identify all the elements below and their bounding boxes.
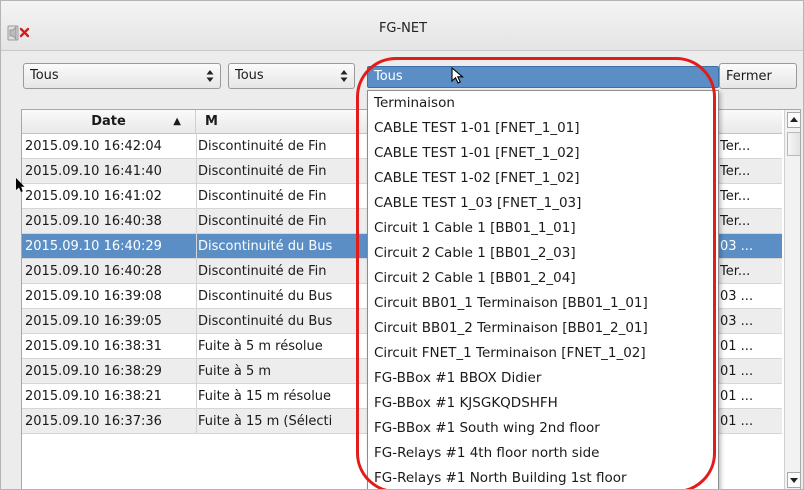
row-date: 2015.09.10 16:38:31 (25, 339, 162, 354)
row-date: 2015.09.10 16:42:04 (25, 139, 162, 154)
close-button[interactable]: Fermer (719, 63, 797, 89)
arrow-up-icon (790, 117, 798, 122)
column-divider (196, 284, 197, 308)
filter-combo-2-value: Tous (235, 68, 264, 83)
row-source: 01 ... (720, 414, 754, 429)
row-date: 2015.09.10 16:40:29 (25, 239, 162, 254)
row-message: Discontinuité du Bus (198, 314, 333, 329)
dropdown-item[interactable]: Circuit 2 Cable 1 [BB01_2_03] (368, 241, 718, 266)
row-date: 2015.09.10 16:40:28 (25, 264, 162, 279)
row-source: Ter... (720, 139, 751, 154)
dropdown-item[interactable]: Circuit 2 Cable 1 [BB01_2_04] (368, 266, 718, 291)
scroll-down-button[interactable] (787, 472, 800, 488)
dropdown-item[interactable]: Circuit 1 Cable 1 [BB01_1_01] (368, 216, 718, 241)
filter-combo-2[interactable]: Tous (228, 63, 355, 89)
row-source: 01 ... (720, 364, 754, 379)
row-message: Discontinuité du Bus (198, 289, 333, 304)
column-divider (196, 209, 197, 233)
column-divider (196, 384, 197, 408)
column-divider (196, 134, 197, 158)
updown-arrow-icon (206, 70, 214, 82)
filter-combo-3[interactable]: Tous (367, 66, 719, 88)
row-message: Discontinuité de Fin (198, 214, 327, 229)
dropdown-item[interactable]: CABLE TEST 1-01 [FNET_1_01] (368, 116, 718, 141)
date-column-label: Date (91, 114, 126, 129)
sort-ascending-icon: ▲ (173, 116, 181, 127)
row-date: 2015.09.10 16:41:40 (25, 164, 162, 179)
row-source: Ter... (720, 264, 751, 279)
column-divider (196, 309, 197, 333)
updown-arrow-icon (340, 70, 348, 82)
row-date: 2015.09.10 16:41:02 (25, 189, 162, 204)
scroll-up-button[interactable] (787, 112, 800, 128)
dropdown-item[interactable]: Circuit BB01_1 Terminaison [BB01_1_01] (368, 291, 718, 316)
dropdown-item[interactable]: FG-Relays #1 4th floor north side (368, 441, 718, 466)
row-source: Ter... (720, 164, 751, 179)
window-title: FG-NET (378, 21, 428, 36)
filter-dropdown-list[interactable]: Terminaison CABLE TEST 1-01 [FNET_1_01] CA… (367, 90, 719, 489)
row-date: 2015.09.10 16:40:38 (25, 214, 162, 229)
row-message: Discontinuité de Fin (198, 189, 327, 204)
dropdown-item[interactable]: CABLE TEST 1_03 [FNET_1_03] (368, 191, 718, 216)
row-message: Fuite à 15 m résolue (198, 389, 332, 404)
dropdown-item[interactable]: CABLE TEST 1-01 [FNET_1_02] (368, 141, 718, 166)
row-message: Fuite à 5 m résolue (198, 339, 323, 354)
filter-combo-1[interactable]: Tous (23, 63, 221, 89)
message-column-label: M (205, 114, 218, 129)
app-window: FG-NET Tous Tous Tous Fermer Date ▲ M 20… (0, 0, 804, 490)
arrow-down-icon (790, 478, 798, 483)
row-source: 01 ... (720, 389, 754, 404)
dropdown-item[interactable]: Circuit FNET_1 Terminaison [FNET_1_02] (368, 341, 718, 366)
dropdown-item[interactable]: Terminaison (368, 91, 718, 116)
dropdown-item[interactable]: FG-BBox #1 South wing 2nd floor (368, 416, 718, 441)
row-date: 2015.09.10 16:38:29 (25, 364, 162, 379)
column-divider (196, 234, 197, 258)
row-date: 2015.09.10 16:37:36 (25, 414, 162, 429)
row-source: 03 ... (720, 239, 754, 254)
title-bar: FG-NET (1, 1, 803, 51)
row-message: Fuite à 5 m (198, 364, 272, 379)
column-divider (196, 409, 197, 433)
row-source: 03 ... (720, 314, 754, 329)
row-source: Ter... (720, 189, 751, 204)
dropdown-item[interactable]: CABLE TEST 1-02 [FNET_1_02] (368, 166, 718, 191)
row-source: 03 ... (720, 289, 754, 304)
row-message: Discontinuité du Bus (198, 239, 333, 254)
date-column-header[interactable]: Date ▲ (22, 110, 196, 134)
row-source: Ter... (720, 214, 751, 229)
row-message: Discontinuité de Fin (198, 164, 327, 179)
column-divider (196, 359, 197, 383)
column-divider (196, 159, 197, 183)
row-message: Discontinuité de Fin (198, 264, 327, 279)
row-message: Discontinuité de Fin (198, 139, 327, 154)
row-date: 2015.09.10 16:39:08 (25, 289, 162, 304)
vertical-scrollbar[interactable] (784, 110, 800, 489)
filter-combo-3-value: Tous (374, 69, 403, 84)
row-message: Fuite à 15 m (Sélecti (198, 414, 333, 429)
column-divider (196, 259, 197, 283)
row-date: 2015.09.10 16:39:05 (25, 314, 162, 329)
row-source: 01 ... (720, 339, 754, 354)
scroll-thumb[interactable] (787, 132, 800, 156)
column-divider (196, 334, 197, 358)
filter-combo-1-value: Tous (30, 68, 59, 83)
row-date: 2015.09.10 16:38:21 (25, 389, 162, 404)
dropdown-item[interactable]: FG-Relays #1 North Building 1st floor (368, 466, 718, 489)
column-divider (196, 184, 197, 208)
dropdown-item[interactable]: Circuit BB01_2 Terminaison [BB01_2_01] (368, 316, 718, 341)
dropdown-item[interactable]: FG-BBox #1 BBOX Didier (368, 366, 718, 391)
dropdown-item[interactable]: FG-BBox #1 KJSGKQDSHFH (368, 391, 718, 416)
